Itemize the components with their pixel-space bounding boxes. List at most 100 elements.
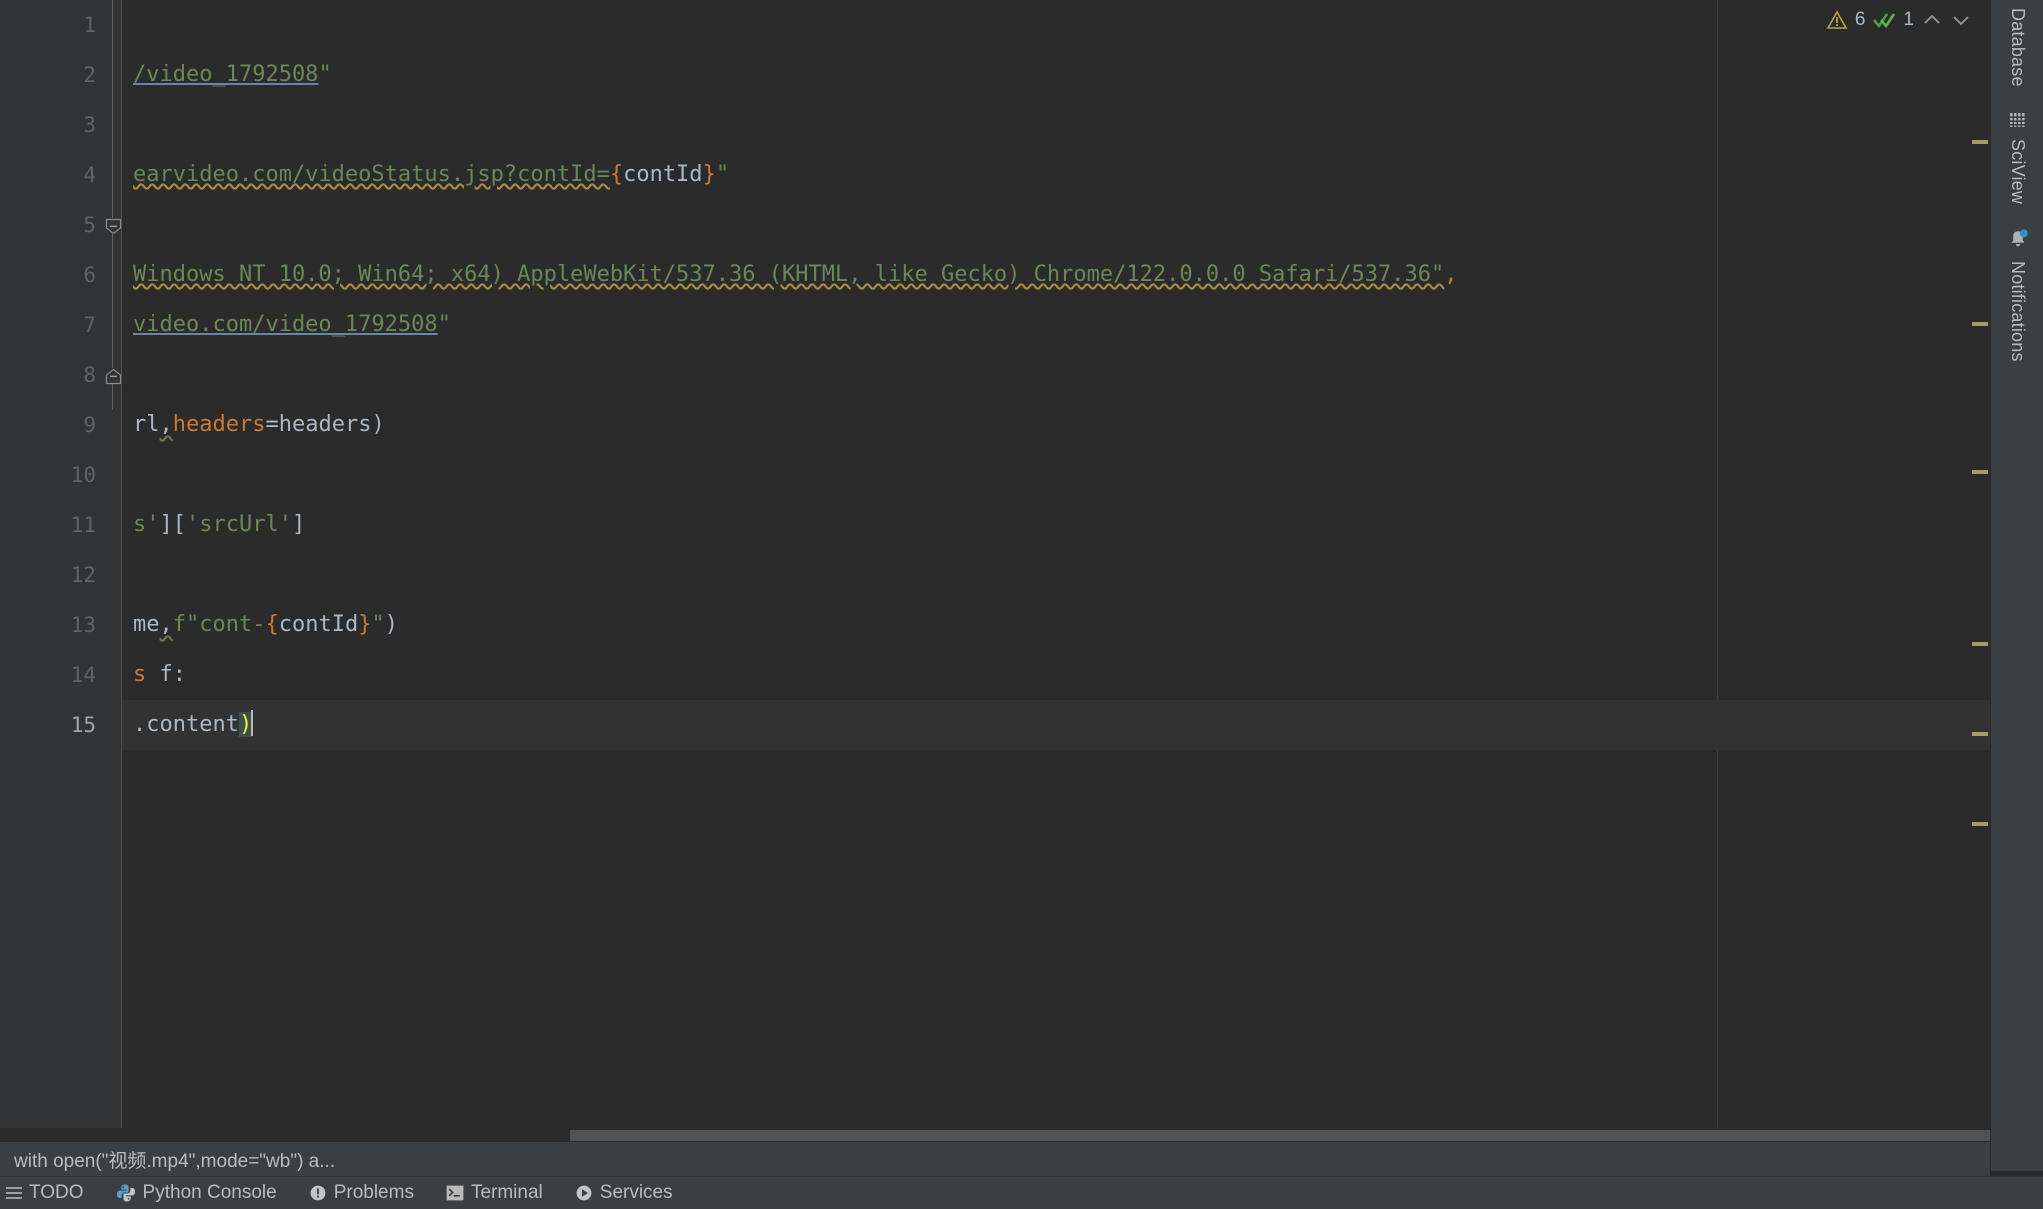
code-fold-column[interactable]: [104, 0, 122, 1140]
text-caret: [251, 710, 254, 736]
code-line[interactable]: Windows NT 10.0; Win64; x64) AppleWebKit…: [122, 250, 1458, 300]
line-number[interactable]: 12: [0, 550, 100, 600]
code-line[interactable]: [122, 0, 133, 50]
terminal-icon: [446, 1185, 464, 1201]
code-token: contId: [278, 612, 359, 637]
code-line[interactable]: [122, 550, 133, 600]
chevron-down-icon[interactable]: [1950, 9, 1972, 31]
fold-region-line-bottom: [112, 384, 113, 410]
code-editor[interactable]: 1 2 3 4 5 6 7 8 9 10 11 12 13 14 15 /video_1792508" ear…: [0, 0, 1990, 1176]
code-token: }: [702, 162, 716, 187]
code-line[interactable]: [122, 100, 133, 150]
code-token: ": [715, 162, 730, 187]
code-token: headers: [278, 412, 372, 437]
code-token: ,: [159, 412, 173, 437]
line-number[interactable]: 8: [0, 350, 100, 400]
error-stripe-mark[interactable]: [1972, 642, 1988, 646]
code-line[interactable]: .content): [122, 700, 1990, 750]
chevron-up-icon[interactable]: [1921, 9, 1943, 31]
code-token: ": [318, 62, 332, 87]
sidebar-item-notifications-label: Notifications: [2008, 261, 2028, 362]
code-canvas[interactable]: /video_1792508" earvideo.com/videoStatus.…: [122, 0, 1990, 1140]
tool-button-todo[interactable]: TODO: [0, 1177, 100, 1209]
code-token: 'srcUrl': [186, 512, 292, 537]
line-number[interactable]: 4: [0, 150, 100, 200]
code-token: ): [238, 712, 253, 737]
bottom-tool-window-bar: TODO Python Console Problems Terminal Se…: [0, 1176, 2043, 1209]
line-number[interactable]: 15: [0, 700, 100, 750]
code-line[interactable]: [122, 350, 133, 400]
line-number[interactable]: 3: [0, 100, 100, 150]
code-token: ,: [159, 612, 173, 637]
code-token: ]: [291, 512, 306, 537]
horizontal-scrollbar-thumb[interactable]: [570, 1130, 1990, 1141]
line-number-column: 1 2 3 4 5 6 7 8 9 10 11 12 13 14 15: [0, 0, 100, 1140]
tool-button-problems[interactable]: Problems: [293, 1177, 430, 1209]
code-token: .content: [133, 712, 239, 737]
line-number[interactable]: 10: [0, 450, 100, 500]
tool-button-services[interactable]: Services: [559, 1177, 689, 1209]
code-token: headers: [172, 412, 266, 437]
code-line[interactable]: s f:: [122, 650, 186, 700]
editor-gutter: 1 2 3 4 5 6 7 8 9 10 11 12 13 14 15: [0, 0, 122, 1140]
line-number[interactable]: 14: [0, 650, 100, 700]
line-number[interactable]: 11: [0, 500, 100, 550]
fold-region-line: [112, 234, 113, 368]
code-line[interactable]: [122, 200, 133, 250]
code-token: =: [265, 412, 279, 437]
line-number[interactable]: 6: [0, 250, 100, 300]
sidebar-item-database[interactable]: Database: [1991, 8, 2043, 87]
code-line[interactable]: video.com/video_1792508": [122, 300, 451, 350]
sidebar-item-sciview[interactable]: SciView: [1991, 112, 2043, 204]
fold-collapse-start-icon[interactable]: [105, 218, 122, 235]
code-token: earvideo.com/videoStatus.jsp?contId=: [133, 162, 610, 187]
code-token: rl: [133, 412, 160, 437]
tool-button-python-console-label: Python Console: [142, 1182, 277, 1203]
code-token: ): [384, 612, 398, 637]
line-number[interactable]: 2: [0, 50, 100, 100]
error-stripe-mark[interactable]: [1972, 322, 1988, 326]
error-stripe-mark[interactable]: [1972, 470, 1988, 474]
inspection-widget[interactable]: 6 1: [1826, 5, 1972, 35]
horizontal-scrollbar[interactable]: [0, 1128, 1990, 1142]
code-token: /video_1792508: [133, 62, 319, 87]
line-number[interactable]: 9: [0, 400, 100, 450]
code-token: f:: [146, 662, 186, 687]
tool-button-terminal-label: Terminal: [470, 1182, 543, 1203]
breadcrumb: with open("视频.mp4",mode="wb") a...: [14, 1150, 336, 1172]
code-line[interactable]: [122, 450, 133, 500]
sidebar-item-notifications[interactable]: Notifications: [1991, 228, 2043, 362]
error-stripe-mark[interactable]: [1972, 822, 1988, 826]
play-circle-icon: [575, 1184, 593, 1202]
ok-count: 1: [1903, 9, 1914, 30]
tool-button-terminal[interactable]: Terminal: [430, 1177, 559, 1209]
code-token: }: [358, 612, 372, 637]
double-check-icon: [1872, 9, 1896, 31]
code-line[interactable]: rl,headers=headers): [122, 400, 385, 450]
error-stripe-mark[interactable]: [1972, 140, 1988, 144]
bell-icon: [2007, 228, 2029, 255]
code-line[interactable]: me,f"cont-{contId}"): [122, 600, 398, 650]
code-line[interactable]: earvideo.com/videoStatus.jsp?contId={con…: [122, 150, 729, 200]
code-line[interactable]: s']['srcUrl']: [122, 500, 305, 550]
line-number[interactable]: 13: [0, 600, 100, 650]
code-token: ): [371, 412, 385, 437]
error-stripe-mark[interactable]: [1972, 732, 1988, 736]
sidebar-item-sciview-label: SciView: [2008, 139, 2028, 205]
code-token: me: [133, 612, 160, 637]
list-icon: [6, 1185, 22, 1201]
code-token: contId: [623, 162, 703, 187]
line-number[interactable]: 7: [0, 300, 100, 350]
ide-window: 1 2 3 4 5 6 7 8 9 10 11 12 13 14 15 /video_1792508" ear…: [0, 0, 2043, 1209]
editor-breadcrumb-bar: with open("视频.mp4",mode="wb") a...: [0, 1142, 1990, 1176]
code-token: {: [609, 162, 624, 187]
tool-button-todo-label: TODO: [29, 1182, 84, 1203]
tool-button-services-label: Services: [599, 1182, 673, 1203]
code-token: ,: [1444, 262, 1458, 287]
tool-button-python-console[interactable]: Python Console: [100, 1177, 293, 1209]
fold-collapse-end-icon[interactable]: [105, 368, 122, 385]
line-number[interactable]: 1: [0, 0, 100, 50]
line-number[interactable]: 5: [0, 200, 100, 250]
error-stripe[interactable]: [1964, 32, 1990, 1140]
code-line[interactable]: /video_1792508": [122, 50, 332, 100]
